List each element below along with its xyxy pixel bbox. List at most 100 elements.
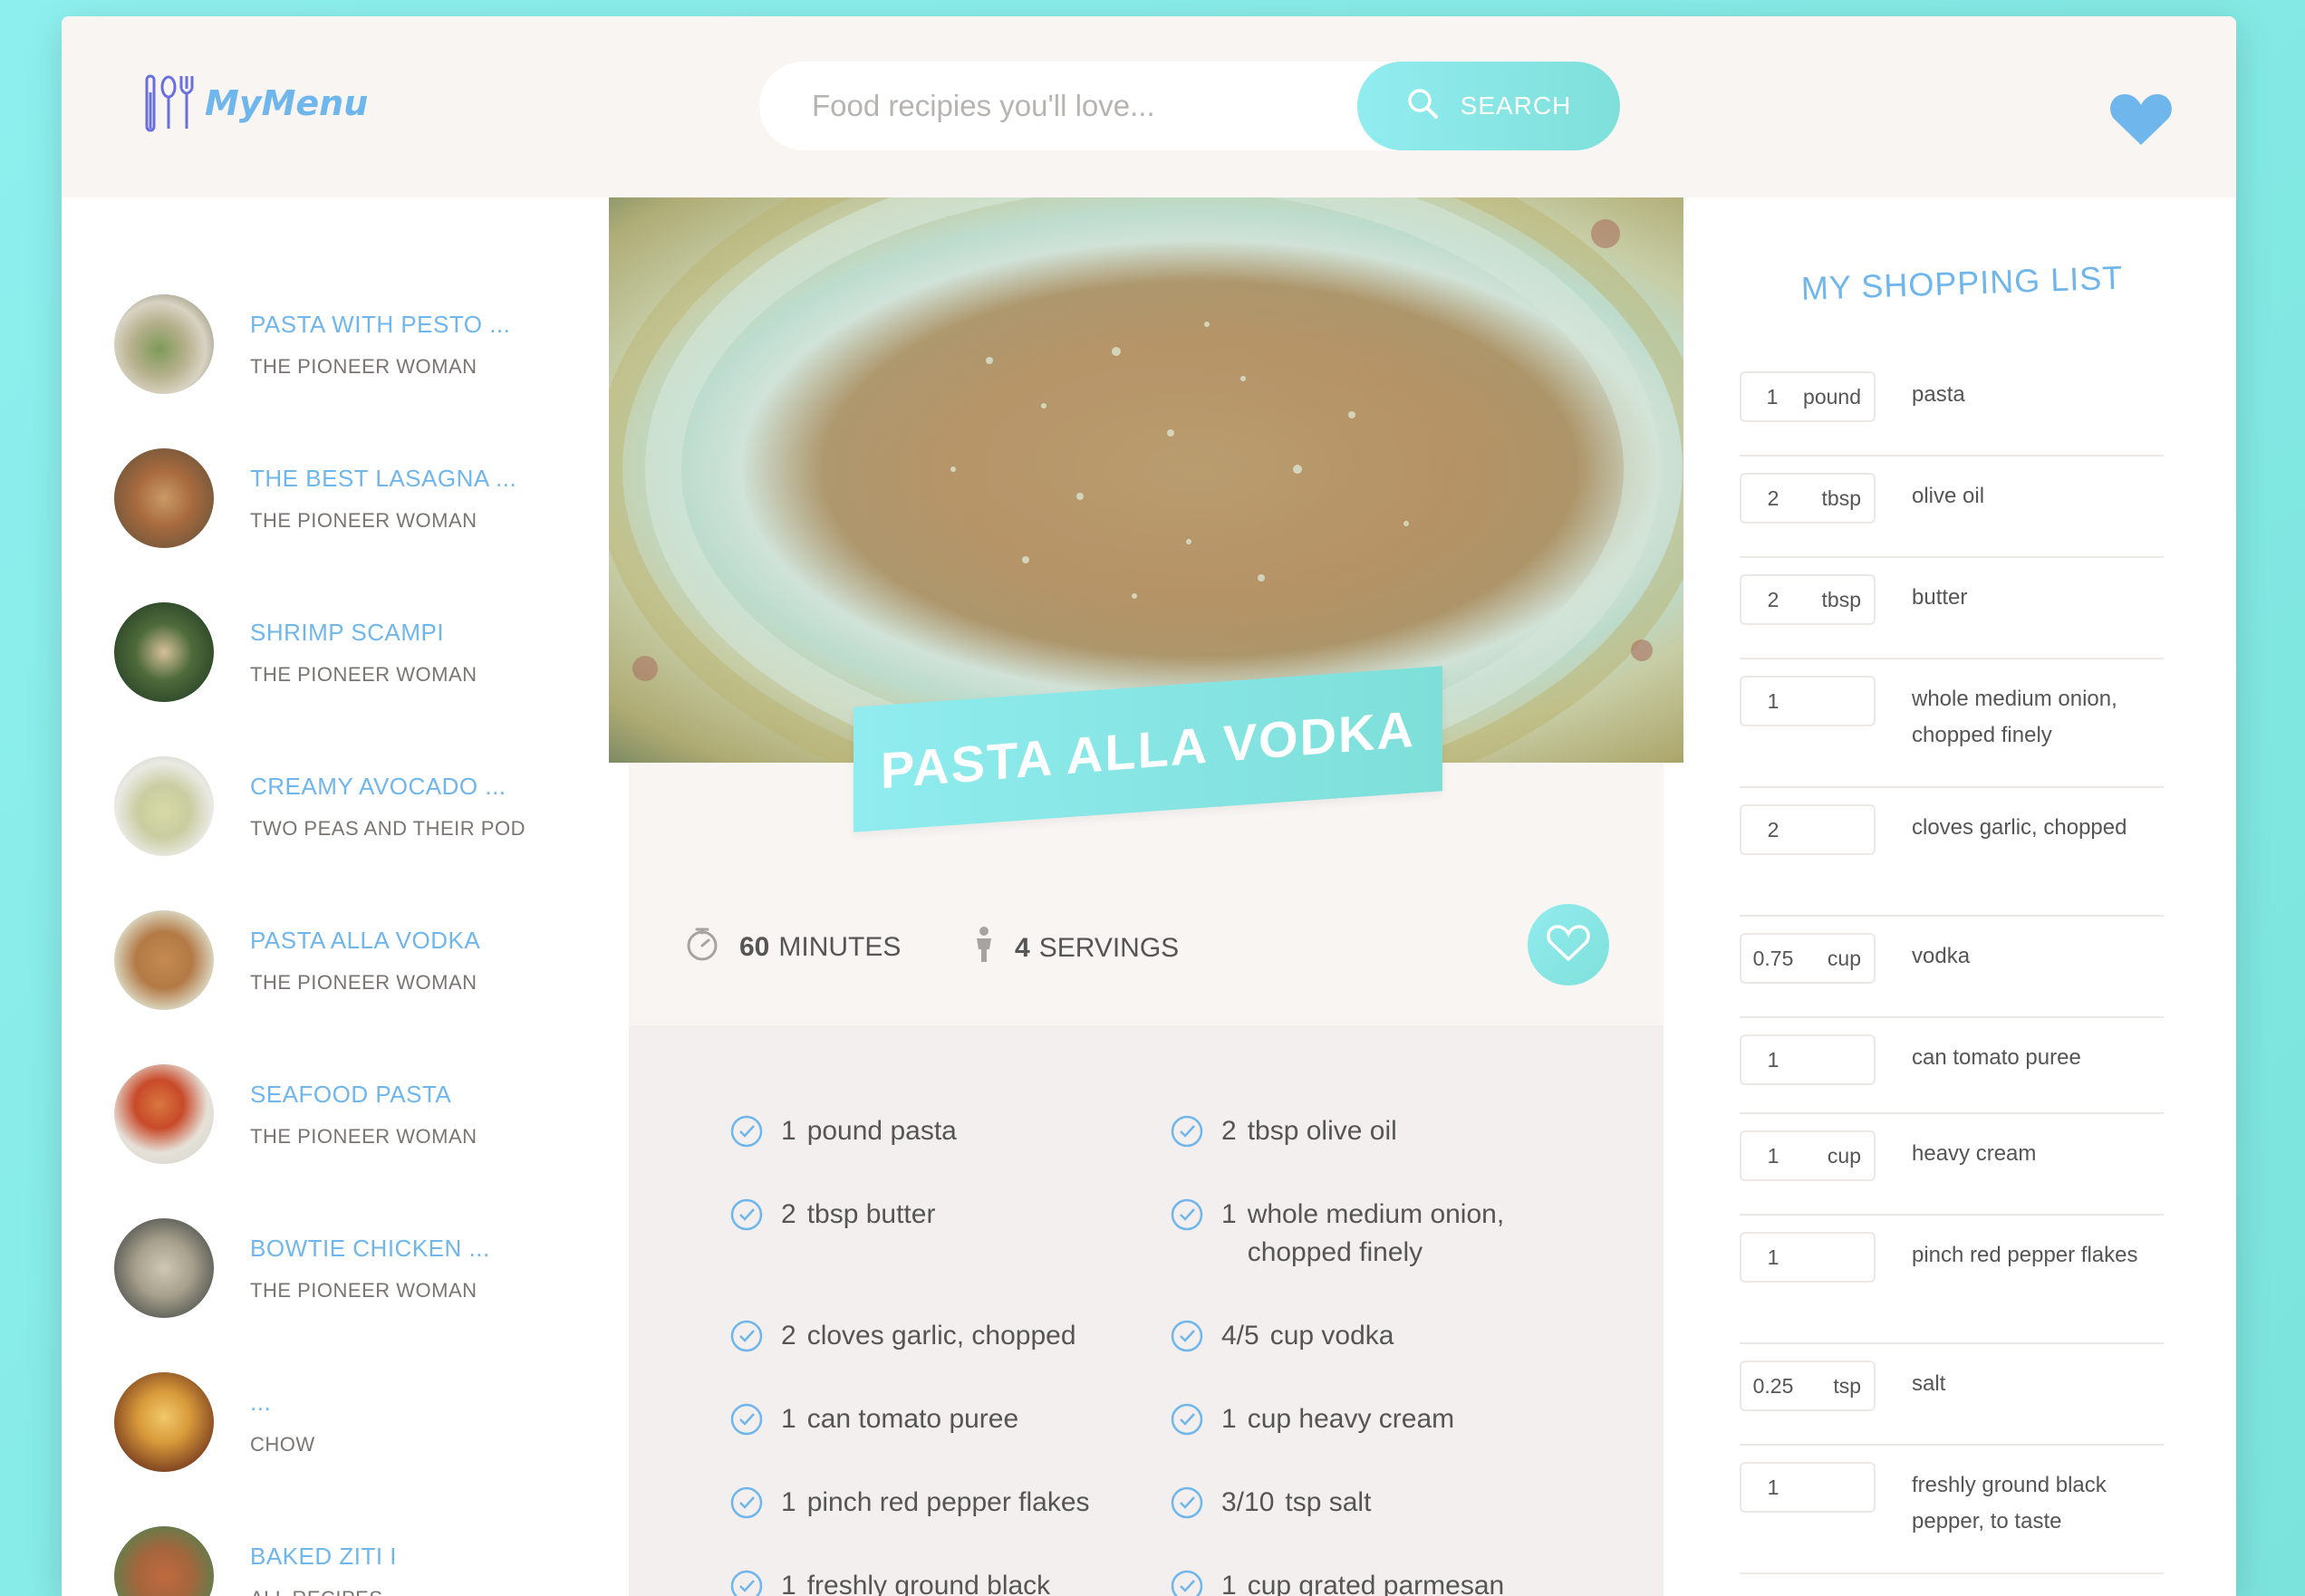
- ingredient-text: tbsp olive oil: [1247, 1116, 1397, 1146]
- logo[interactable]: MyMenu: [143, 74, 368, 132]
- ingredient-item: 3/10 tsp salt: [1171, 1484, 1551, 1530]
- search-input[interactable]: [812, 62, 1392, 150]
- result-publisher: TWO PEAS AND THEIR POD: [250, 816, 526, 840]
- ingredient-item: 2 tbsp olive oil: [1171, 1112, 1551, 1159]
- result-thumbnail: [114, 1372, 214, 1472]
- result-publisher: THE PIONEER WOMAN: [250, 1278, 477, 1302]
- result-thumbnail: [114, 910, 214, 1010]
- result-title: THE BEST LASAGNA ...: [250, 464, 517, 492]
- shopping-item-name: butter: [1912, 585, 1968, 610]
- quantity-unit: pound: [1803, 384, 1861, 409]
- shopping-item: 1 whole medium onion, chopped finely: [1740, 676, 2164, 788]
- quantity-field[interactable]: 1 cup: [1740, 1130, 1876, 1181]
- quantity-unit: tsp: [1833, 1373, 1861, 1398]
- quantity-value: 1: [1767, 1475, 1779, 1499]
- search-icon: [1406, 87, 1461, 126]
- check-circle-icon: [730, 1198, 763, 1242]
- result-title: SHRIMP SCAMPI: [250, 618, 445, 646]
- check-circle-icon: [1171, 1403, 1203, 1447]
- shopping-item-name: salt: [1912, 1371, 1946, 1396]
- ingredient-text: freshly ground black: [806, 1571, 1051, 1596]
- quantity-field[interactable]: 0.75 cup: [1740, 933, 1876, 984]
- shopping-item-name: heavy cream: [1912, 1141, 2037, 1166]
- shopping-item: 1 can tomato puree: [1740, 1034, 2164, 1114]
- check-circle-icon: [730, 1115, 763, 1159]
- result-item[interactable]: SEAFOOD PASTA THE PIONEER WOMAN: [114, 1064, 603, 1164]
- shopping-item: 1 pound pasta: [1740, 371, 2164, 457]
- shopping-item-name: can tomato puree: [1912, 1045, 2081, 1070]
- shopping-item-name: vodka: [1912, 944, 1971, 968]
- shopping-item-name: freshly ground black pepper, to taste: [1912, 1473, 2107, 1534]
- quantity-value: 2: [1767, 486, 1779, 510]
- quantity-value: 1: [1767, 1245, 1779, 1269]
- quantity-unit: cup: [1827, 1143, 1861, 1168]
- result-thumbnail: [114, 602, 214, 702]
- quantity-field[interactable]: 1: [1740, 1232, 1876, 1283]
- result-item[interactable]: SHRIMP SCAMPI THE PIONEER WOMAN: [114, 602, 603, 702]
- shopping-item: 2 tbsp olive oil: [1740, 473, 2164, 558]
- quantity-value: 1: [1767, 1143, 1779, 1168]
- quantity-value: 0.75: [1752, 946, 1794, 970]
- ingredient-count: 1: [781, 1116, 796, 1146]
- image-tint-overlay: [609, 197, 1683, 763]
- heart-outline-icon: [1547, 924, 1590, 966]
- quantity-field[interactable]: 2 tbsp: [1740, 574, 1876, 625]
- quantity-unit: tbsp: [1821, 587, 1861, 611]
- shopping-item: 1 cup heavy cream: [1740, 1130, 2164, 1216]
- result-thumbnail: [114, 1526, 214, 1596]
- app-window: MyMenu SEARCH PASTA WITH PESTO ... THE PI…: [62, 16, 2236, 1596]
- result-item[interactable]: PASTA WITH PESTO ... THE PIONEER WOMAN: [114, 294, 603, 394]
- quantity-field[interactable]: 1: [1740, 1034, 1876, 1085]
- person-icon: [971, 926, 997, 971]
- search-button[interactable]: SEARCH: [1357, 62, 1620, 150]
- quantity-value: 0.25: [1752, 1373, 1794, 1398]
- result-item[interactable]: BOWTIE CHICKEN ... THE PIONEER WOMAN: [114, 1218, 603, 1318]
- quantity-field[interactable]: 1: [1740, 676, 1876, 726]
- quantity-field[interactable]: 1: [1740, 1462, 1876, 1513]
- quantity-field[interactable]: 0.25 tsp: [1740, 1360, 1876, 1411]
- favorites-heart-icon[interactable]: [2109, 91, 2173, 151]
- add-favorite-button[interactable]: [1528, 904, 1609, 985]
- quantity-value: 1: [1766, 384, 1779, 409]
- ingredient-item: 2 cloves garlic, chopped: [730, 1317, 1147, 1363]
- result-publisher: THE PIONEER WOMAN: [250, 354, 477, 378]
- servings-value: 4: [1015, 933, 1030, 963]
- quantity-field[interactable]: 1 pound: [1740, 371, 1876, 422]
- ingredient-item: 2 tbsp butter: [730, 1196, 1147, 1242]
- cutlery-icon: [143, 74, 194, 132]
- quantity-field[interactable]: 2: [1740, 804, 1876, 855]
- shopping-item: 1 freshly ground black pepper, to taste: [1740, 1462, 2164, 1574]
- ingredient-count: 1: [1221, 1571, 1237, 1596]
- timer-icon: [685, 926, 719, 969]
- check-circle-icon: [730, 1403, 763, 1447]
- ingredient-count: 1: [1221, 1199, 1237, 1229]
- shopping-list-title: MY SHOPPING LIST: [1800, 258, 2124, 307]
- ingredient-item: 1 whole medium onion, chopped finely: [1171, 1196, 1551, 1272]
- result-title: BAKED ZITI I: [250, 1542, 398, 1570]
- ingredients-list: 1 pound pasta 2 tbsp olive oil 2 tbsp bu…: [629, 1025, 1664, 1596]
- ingredient-count: 2: [781, 1321, 796, 1351]
- search-form: SEARCH: [759, 62, 1620, 150]
- recipe-servings: 4 SERVINGS: [971, 926, 1179, 971]
- recipe-title: PASTA ALLA VODKA: [880, 699, 1416, 799]
- minutes-value: 60: [739, 932, 770, 962]
- ingredient-item: 1 pound pasta: [730, 1112, 1147, 1159]
- result-item[interactable]: ... CHOW: [114, 1372, 603, 1472]
- shopping-item: 2 tbsp butter: [1740, 574, 2164, 659]
- result-publisher: THE PIONEER WOMAN: [250, 1124, 477, 1148]
- result-item[interactable]: BAKED ZITI I ALL RECIPES: [114, 1526, 603, 1596]
- shopping-item-name: olive oil: [1912, 484, 1985, 508]
- result-publisher: CHOW: [250, 1432, 315, 1456]
- result-item[interactable]: THE BEST LASAGNA ... THE PIONEER WOMAN: [114, 448, 603, 548]
- result-item[interactable]: CREAMY AVOCADO ... TWO PEAS AND THEIR POD: [114, 756, 603, 856]
- quantity-field[interactable]: 2 tbsp: [1740, 473, 1876, 524]
- result-item[interactable]: PASTA ALLA VODKA THE PIONEER WOMAN: [114, 910, 603, 1010]
- ingredient-count: 2: [1221, 1116, 1237, 1146]
- quantity-value: 1: [1767, 1047, 1779, 1072]
- ingredient-item: 1 cup grated parmesan: [1171, 1567, 1551, 1596]
- check-circle-icon: [730, 1570, 763, 1596]
- ingredient-count: 2: [781, 1199, 796, 1229]
- ingredient-count: 1: [781, 1404, 796, 1434]
- header: MyMenu SEARCH: [62, 16, 2236, 197]
- ingredient-item: 1 can tomato puree: [730, 1400, 1147, 1447]
